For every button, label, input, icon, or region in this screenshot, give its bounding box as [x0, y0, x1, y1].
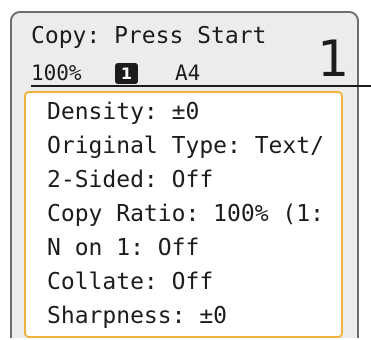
copy-display-screen: Copy: Press Start 100% 1 A4 1 Density: ±…: [10, 11, 371, 338]
setting-sharpness[interactable]: Sharpness: ±0: [47, 299, 227, 333]
paper-size-value: A4: [175, 61, 201, 85]
setting-collate[interactable]: Collate: Off: [47, 265, 213, 299]
setting-2-sided[interactable]: 2-Sided: Off: [47, 163, 213, 197]
copy-status-message: Copy: Press Start: [31, 23, 267, 49]
copy-ratio-value: 100%: [31, 61, 82, 85]
setting-n-on-1[interactable]: N on 1: Off: [47, 231, 199, 265]
copy-count-display: 1: [317, 30, 349, 88]
copy-settings-list[interactable]: Density: ±0 Original Type: Text/ 2-Sided…: [24, 91, 343, 338]
setting-copy-ratio[interactable]: Copy Ratio: 100% (1:: [47, 197, 324, 231]
setting-density[interactable]: Density: ±0: [47, 95, 199, 129]
setting-original-type[interactable]: Original Type: Text/: [47, 129, 324, 163]
paper-drawer-badge-icon: 1: [115, 63, 138, 84]
